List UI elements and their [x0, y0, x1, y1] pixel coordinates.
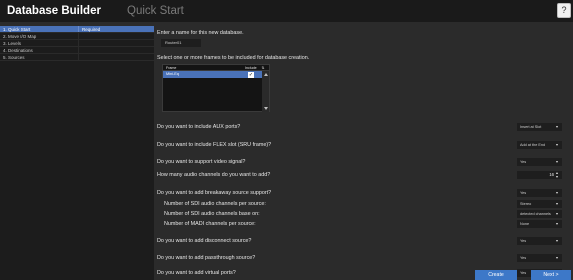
include-checkbox[interactable]: ✓	[248, 71, 254, 78]
passthrough-select-value: Yes	[520, 256, 527, 260]
sidebar-item-label: 4. Destinations	[3, 47, 33, 53]
chevron-down-icon	[556, 161, 558, 163]
audio-channels-value: 16	[549, 172, 554, 177]
passthrough-question-label: Do you want to add passthrough source?	[157, 255, 256, 261]
video-select-value: Yes	[520, 160, 527, 164]
video-select[interactable]: Yes	[517, 158, 562, 166]
chevron-down-icon	[556, 144, 558, 146]
sdi-base-label: Number of SDI audio channels base on:	[164, 211, 260, 217]
disconnect-select[interactable]: Yes	[517, 237, 562, 245]
sdi-base-value: detected channels	[520, 212, 551, 216]
breakaway-select-value: Yes	[520, 191, 527, 195]
decrement-icon[interactable]	[556, 176, 558, 178]
disconnect-select-value: Yes	[520, 239, 527, 243]
sdi-per-source-value: Stereo	[520, 202, 532, 206]
sidebar-item-status	[78, 47, 154, 53]
sidebar-item-label: 5. Sources	[3, 54, 25, 60]
name-prompt: Enter a name for this new database.	[157, 30, 244, 36]
aux-question-label: Do you want to include AUX ports?	[157, 124, 241, 130]
sidebar-item-status	[78, 33, 154, 39]
sidebar-item-quick-start[interactable]: 1. Quick Start Required	[0, 26, 154, 33]
increment-icon[interactable]	[556, 172, 558, 174]
disconnect-question-label: Do you want to add disconnect source?	[157, 238, 252, 244]
scroll-up-icon[interactable]	[263, 73, 268, 76]
aux-select[interactable]: Insert at Slot	[517, 123, 562, 131]
sidebar-item-label: 2. Move I/O Map	[3, 33, 37, 39]
breakaway-select[interactable]: Yes	[517, 189, 562, 197]
stepper-arrows-icon[interactable]	[556, 172, 560, 178]
sdi-base-select[interactable]: detected channels	[517, 210, 562, 218]
sidebar-item-status	[78, 40, 154, 46]
app-title: Database Builder	[7, 5, 101, 17]
virtual-question-label: Do you want to add virtual ports?	[157, 270, 236, 276]
passthrough-select[interactable]: Yes	[517, 254, 562, 262]
sidebar-item-status: Required	[78, 26, 154, 32]
sidebar-item-label: 3. Levels	[3, 40, 22, 46]
sidebar-item-label: 1. Quick Start	[3, 26, 31, 32]
frames-table: Frame Include ⇅ Mini-Eq ✓	[162, 64, 270, 112]
sidebar-item-status	[78, 54, 154, 60]
sidebar-item-destinations[interactable]: 4. Destinations	[0, 47, 154, 54]
madi-per-source-label: Number of MADI channels per source:	[164, 221, 256, 227]
sort-icon[interactable]: ⇅	[259, 65, 267, 70]
flex-question-label: Do you want to include FLEX slot (SRU fr…	[157, 142, 272, 148]
sdi-per-source-select[interactable]: Stereo	[517, 200, 562, 208]
chevron-down-icon	[556, 257, 558, 259]
column-header-frame[interactable]: Frame	[163, 65, 245, 70]
sdi-per-source-label: Number of SDI audio channels per source:	[164, 201, 266, 207]
main-panel: Enter a name for this new database. Rout…	[154, 22, 573, 280]
frames-prompt: Select one or more frames to be included…	[157, 55, 310, 61]
breakaway-question-label: Do you want to add breakaway source supp…	[157, 190, 272, 196]
sidebar-item-move-io-map[interactable]: 2. Move I/O Map	[0, 33, 154, 40]
database-name-input[interactable]: Router01	[161, 39, 201, 47]
chevron-down-icon	[556, 203, 558, 205]
app-header: Database Builder Quick Start ?	[0, 0, 573, 22]
flex-select[interactable]: Add at the End	[517, 141, 562, 149]
madi-per-source-value: None	[520, 222, 530, 226]
table-row[interactable]: Mini-Eq ✓	[163, 71, 262, 78]
chevron-down-icon	[556, 126, 558, 128]
next-button[interactable]: Next >	[531, 270, 571, 280]
column-header-include[interactable]: Include	[245, 65, 259, 70]
video-question-label: Do you want to support video signal?	[157, 159, 246, 165]
sidebar-item-sources[interactable]: 5. Sources	[0, 54, 154, 61]
sidebar-item-levels[interactable]: 3. Levels	[0, 40, 154, 47]
chevron-down-icon	[556, 240, 558, 242]
help-button[interactable]: ?	[557, 3, 571, 18]
audio-channels-stepper[interactable]: 16	[517, 171, 562, 179]
frames-scrollbar[interactable]	[262, 71, 269, 112]
virtual-select-value: Yes	[520, 271, 527, 275]
audio-channels-question-label: How many audio channels do you want to a…	[157, 172, 271, 178]
chevron-down-icon	[556, 213, 558, 215]
create-button[interactable]: Create	[475, 270, 517, 280]
chevron-down-icon	[556, 192, 558, 194]
madi-per-source-select[interactable]: None	[517, 220, 562, 228]
scroll-down-icon[interactable]	[263, 107, 268, 110]
flex-select-value: Add at the End	[520, 143, 546, 147]
aux-select-value: Insert at Slot	[520, 125, 542, 129]
chevron-down-icon	[556, 223, 558, 225]
frame-name-cell: Mini-Eq	[166, 72, 179, 76]
page-title: Quick Start	[127, 5, 184, 17]
sidebar: 1. Quick Start Required 2. Move I/O Map …	[0, 26, 154, 280]
